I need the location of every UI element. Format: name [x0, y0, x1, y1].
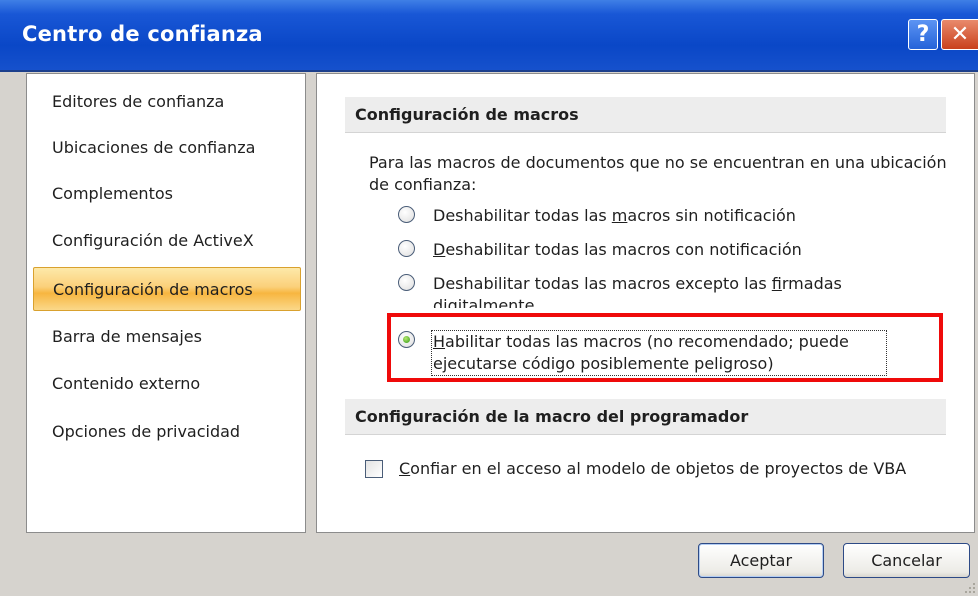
radio-label: Deshabilitar todas las macros sin notifi… — [433, 206, 796, 225]
nav-item-privacy-options[interactable]: Opciones de privacidad — [33, 410, 301, 454]
macro-intro-text: Para las macros de documentos que no se … — [369, 153, 947, 194]
resize-grip-icon[interactable] — [962, 580, 976, 594]
help-icon: ? — [916, 22, 930, 47]
radio-button[interactable] — [398, 240, 415, 257]
macro-settings-header: Configuración de macros — [345, 97, 946, 133]
ok-button[interactable]: Aceptar — [698, 543, 824, 578]
close-button[interactable]: ✕ — [941, 19, 978, 50]
radio-label: Deshabilitar todas las macros con notifi… — [433, 240, 802, 259]
vba-trust-checkbox[interactable] — [365, 460, 383, 478]
settings-panel: Configuración de macros Para las macros … — [316, 73, 975, 533]
radio-label: Deshabilitar todas las macros excepto la… — [433, 274, 842, 308]
trust-center-dialog: Centro de confianza ? ✕ Editores de conf… — [0, 0, 978, 596]
title-bar[interactable]: Centro de confianza ? ✕ — [0, 0, 978, 72]
help-button[interactable]: ? — [908, 19, 938, 50]
nav-item-trusted-locations[interactable]: Ubicaciones de confianza — [33, 126, 301, 170]
nav-item-trusted-publishers[interactable]: Editores de confianza — [33, 80, 301, 124]
nav-item-external-content[interactable]: Contenido externo — [33, 362, 301, 406]
developer-macro-header: Configuración de la macro del programado… — [345, 399, 946, 435]
nav-item-add-ins[interactable]: Complementos — [33, 172, 301, 216]
radio-button[interactable] — [398, 274, 415, 291]
nav-item-activex-settings[interactable]: Configuración de ActiveX — [33, 219, 301, 263]
radio-button[interactable] — [398, 206, 415, 223]
cancel-button[interactable]: Cancelar — [843, 543, 970, 578]
window-title: Centro de confianza — [22, 22, 263, 46]
nav-item-message-bar[interactable]: Barra de mensajes — [33, 315, 301, 359]
nav-item-macro-settings[interactable]: Configuración de macros — [33, 267, 301, 311]
red-highlight-annotation — [387, 313, 943, 382]
category-list: Editores de confianza Ubicaciones de con… — [26, 73, 306, 533]
vba-trust-label[interactable]: Confiar en el acceso al modelo de objeto… — [399, 458, 944, 480]
close-icon: ✕ — [950, 22, 970, 47]
